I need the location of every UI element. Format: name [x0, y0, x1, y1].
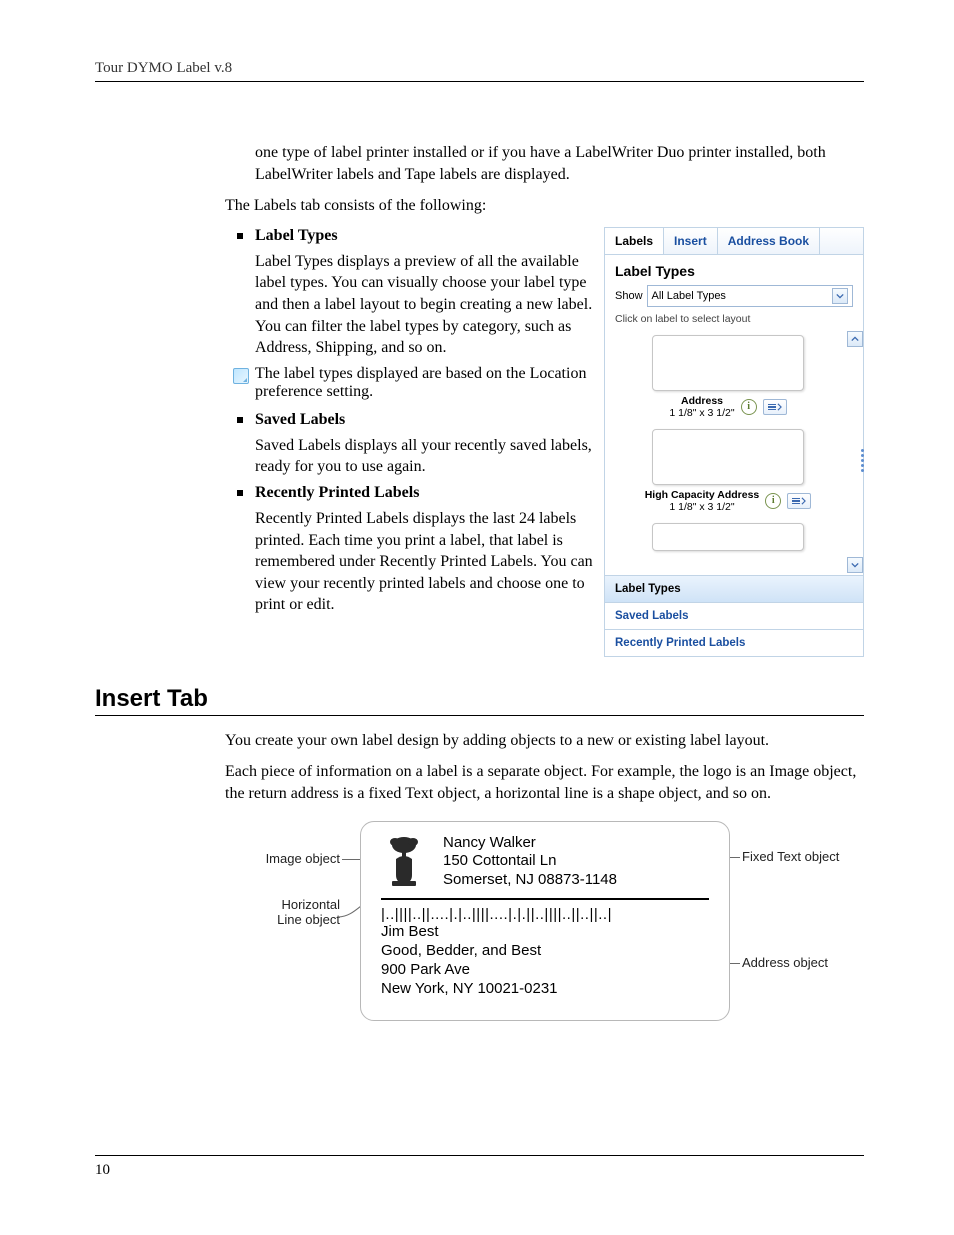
gallery-item-high-capacity-address[interactable]: High Capacity Address 1 1/8" x 3 1/2" i: [613, 429, 843, 513]
tab-labels[interactable]: Labels: [605, 228, 664, 254]
description-column: Label Types Label Types displays a previ…: [255, 227, 594, 622]
accordion-recently-printed[interactable]: Recently Printed Labels: [605, 630, 863, 656]
accordion-label-types[interactable]: Label Types: [605, 576, 863, 603]
bullet-title: Recently Printed Labels: [255, 484, 419, 501]
running-header: Tour DYMO Label v.8: [95, 60, 864, 82]
bullet-icon: [237, 490, 243, 496]
panel-accordion: Label Types Saved Labels Recently Printe…: [605, 575, 863, 656]
bullet-recently-printed: Recently Printed Labels Recently Printed…: [255, 484, 594, 616]
recipient-company: Good, Bedder, and Best: [381, 941, 709, 960]
panel-caption: Click on label to select layout: [605, 313, 863, 329]
gallery-item-dimensions: 1 1/8" x 3 1/2": [669, 407, 734, 419]
scroll-down-icon[interactable]: [847, 557, 863, 573]
callout-address-object: Address object: [742, 955, 862, 971]
sender-city: Somerset, NJ 08873-1148: [443, 871, 617, 890]
section-heading-insert-tab: Insert Tab: [95, 685, 864, 716]
label-thumbnail: [652, 335, 804, 391]
bullet-title: Label Types: [255, 227, 338, 244]
gallery-item-address[interactable]: Address 1 1/8" x 3 1/2" i: [613, 335, 843, 419]
panel-tabs: Labels Insert Address Book: [605, 228, 863, 255]
bullet-icon: [237, 233, 243, 239]
gallery-item-partial[interactable]: [613, 523, 843, 551]
recipient-street: 900 Park Ave: [381, 960, 709, 979]
label-gallery: Address 1 1/8" x 3 1/2" i: [605, 329, 863, 575]
note-row: The label types displayed are based on t…: [233, 365, 594, 401]
note-text: The label types displayed are based on t…: [255, 365, 594, 401]
callout-horizontal-line-object: Horizontal Line object: [230, 897, 340, 928]
accordion-saved-labels[interactable]: Saved Labels: [605, 603, 863, 630]
callout-image-object: Image object: [230, 851, 340, 867]
bullet-title: Saved Labels: [255, 411, 345, 428]
label-type-filter-select[interactable]: All Label Types: [647, 285, 853, 307]
recipient-city: New York, NY 10021-0231: [381, 979, 709, 998]
panel-heading: Label Types: [615, 263, 853, 279]
insert-tab-paragraph-1: You create your own label design by addi…: [225, 730, 864, 752]
labels-panel: Labels Insert Address Book Label Types S…: [604, 227, 864, 657]
horizontal-line-object: [381, 898, 709, 900]
bullet-body: Recently Printed Labels displays the las…: [255, 508, 594, 616]
gallery-item-name: High Capacity Address: [645, 489, 760, 501]
chevron-down-icon[interactable]: [832, 288, 848, 304]
layout-menu-button[interactable]: [763, 399, 787, 415]
insert-tab-paragraph-2: Each piece of information on a label is …: [225, 761, 864, 804]
page-number: 10: [95, 1155, 864, 1179]
fixed-text-object: Nancy Walker 150 Cottontail Ln Somerset,…: [443, 834, 617, 890]
label-thumbnail: [652, 523, 804, 551]
scroll-up-icon[interactable]: [847, 331, 863, 347]
recipient-name: Jim Best: [381, 922, 709, 941]
info-icon[interactable]: i: [765, 493, 781, 509]
continuation-paragraph: one type of label printer installed or i…: [255, 142, 864, 185]
sample-label-card: Nancy Walker 150 Cottontail Ln Somerset,…: [360, 821, 730, 1021]
bullet-label-types: Label Types Label Types displays a previ…: [255, 227, 594, 359]
image-object-icon: [381, 834, 427, 888]
bullet-saved-labels: Saved Labels Saved Labels displays all y…: [255, 411, 594, 478]
show-label: Show: [615, 290, 643, 302]
note-icon: [233, 368, 249, 384]
gallery-item-name: Address: [669, 395, 734, 407]
sender-street: 150 Cottontail Ln: [443, 852, 617, 871]
bullet-body: Label Types displays a preview of all th…: [255, 251, 594, 359]
callout-fixed-text-object: Fixed Text object: [742, 849, 862, 865]
bullet-body: Saved Labels displays all your recently …: [255, 435, 594, 478]
gallery-item-dimensions: 1 1/8" x 3 1/2": [645, 501, 760, 513]
bullet-icon: [237, 417, 243, 423]
panel-resize-handle-icon[interactable]: [860, 449, 865, 475]
layout-menu-button[interactable]: [787, 493, 811, 509]
label-thumbnail: [652, 429, 804, 485]
gallery-scrollbar[interactable]: [847, 331, 861, 573]
intro-paragraph: The Labels tab consists of the following…: [225, 195, 864, 217]
select-value: All Label Types: [652, 290, 726, 302]
tab-address-book[interactable]: Address Book: [718, 228, 820, 254]
tab-insert[interactable]: Insert: [664, 228, 718, 254]
info-icon[interactable]: i: [741, 399, 757, 415]
label-objects-diagram: Image object Horizontal Line object Fixe…: [230, 819, 840, 1039]
sender-name: Nancy Walker: [443, 834, 617, 853]
postal-barcode: |..||||..||....|.|..||||....|.|.||..||||…: [381, 906, 709, 922]
address-object: Jim Best Good, Bedder, and Best 900 Park…: [381, 922, 709, 999]
